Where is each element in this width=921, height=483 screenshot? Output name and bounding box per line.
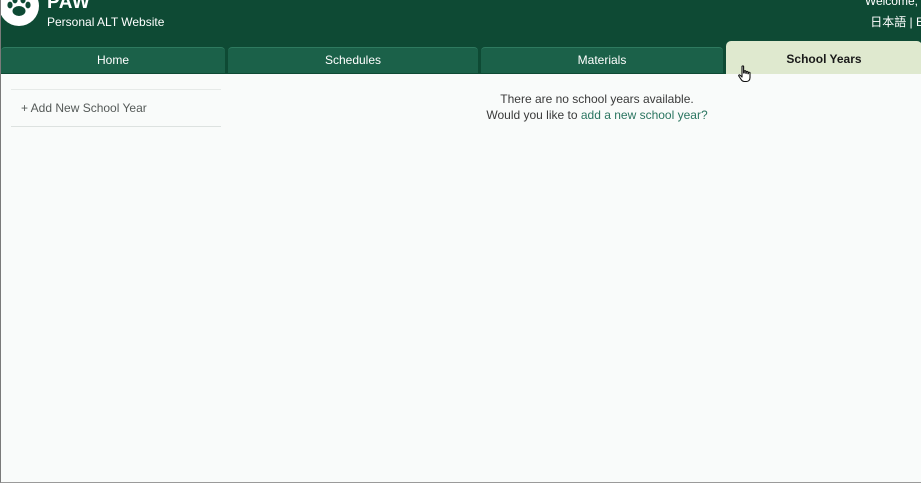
tab-materials[interactable]: Materials (481, 47, 723, 73)
empty-prompt: Would you like to add a new school year? (441, 107, 753, 123)
prompt-prefix: Would you like to (486, 108, 578, 122)
brand-subtitle: Personal ALT Website (47, 15, 165, 29)
site-header: PAW Personal ALT Website Welcome, u 日本語 … (1, 0, 921, 46)
main-nav: Home Schedules Materials School Years (1, 41, 921, 74)
tab-home[interactable]: Home (1, 47, 225, 73)
tab-schedules[interactable]: Schedules (228, 47, 478, 73)
empty-message: There are no school years available. (500, 92, 694, 106)
welcome-text: Welcome, u (864, 0, 921, 8)
language-switch[interactable]: 日本語 | E (870, 15, 921, 29)
hand-pointer-icon (737, 65, 753, 88)
app-window: PAW Personal ALT Website Welcome, u 日本語 … (0, 0, 921, 483)
empty-state: There are no school years available. Wou… (441, 91, 753, 123)
tab-school-years[interactable]: School Years (726, 41, 921, 74)
brand-name[interactable]: PAW (47, 0, 90, 14)
add-new-school-year-link[interactable]: + Add New School Year (21, 101, 147, 115)
add-school-year-link[interactable]: add a new school year? (581, 108, 708, 122)
school-year-sidebar: + Add New School Year (11, 89, 221, 127)
paw-logo-icon[interactable] (1, 0, 39, 26)
